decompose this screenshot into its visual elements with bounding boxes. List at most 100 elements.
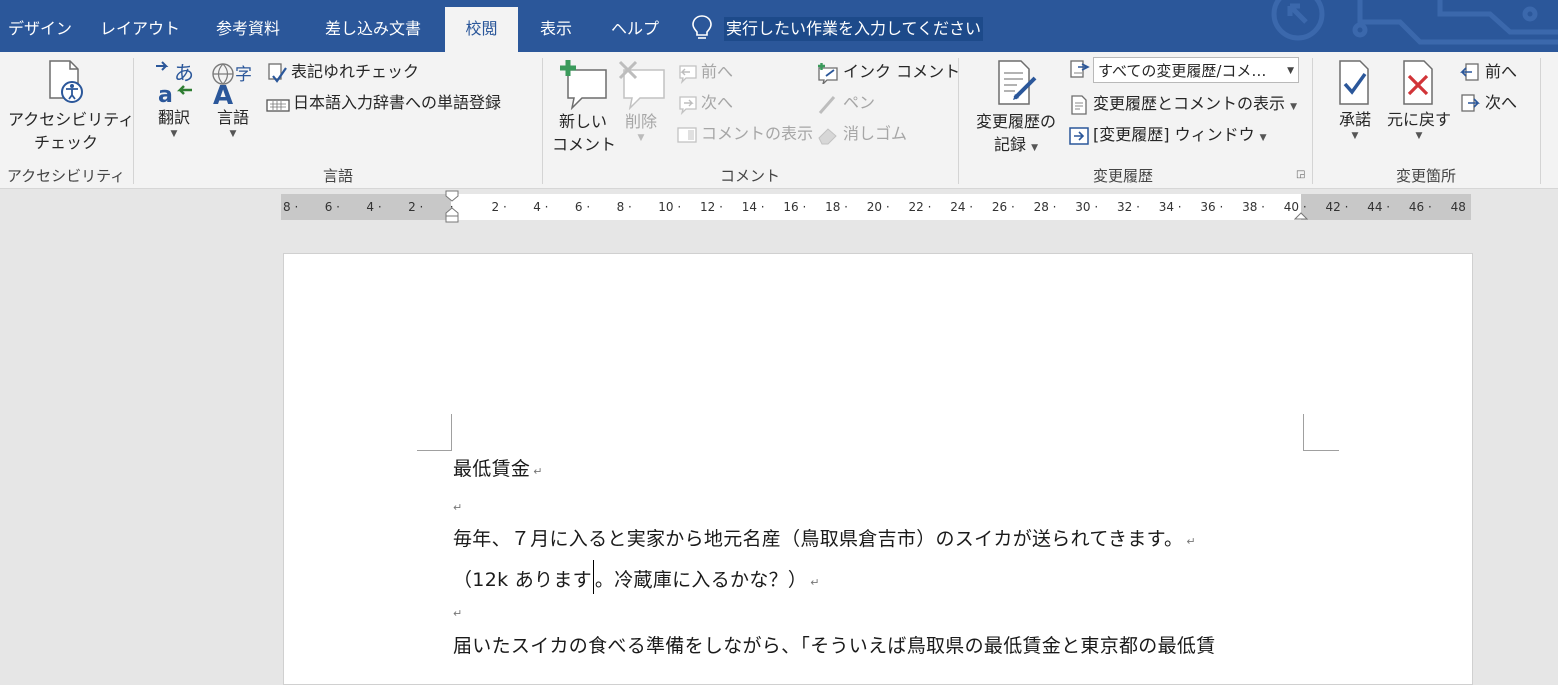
ruler-tick-label: 32 ·	[1117, 200, 1140, 214]
language-globe-icon: 字 A	[212, 63, 252, 106]
indent-marker-icon[interactable]	[445, 190, 459, 224]
paragraph-3: 届いたスイカの食べる準備をしながら、「そういえば鳥取県の最低賃金と東京都の最低賃	[453, 635, 1216, 657]
ruler-tick-label: 38 ·	[1242, 200, 1265, 214]
ruler-tick-label: 28 ·	[1033, 200, 1057, 214]
show-comments-button[interactable]: コメントの表示	[676, 120, 813, 148]
group-separator	[542, 58, 543, 184]
chevron-down-icon: ▼	[1259, 133, 1267, 143]
crop-mark	[451, 414, 452, 450]
group-label-language: 言語	[322, 167, 353, 185]
ruler-tick-label: 4 ·	[366, 200, 382, 214]
next-change-button[interactable]: 次へ	[1460, 89, 1517, 117]
delete-comment-button[interactable]: 削除 ▼	[614, 58, 668, 143]
ruler-tick-label: 6 ·	[324, 200, 340, 214]
ruler-tick-label: 44 ·	[1367, 200, 1391, 214]
eraser-icon	[818, 127, 837, 144]
show-markup-icon	[1071, 94, 1087, 115]
accept-button[interactable]: 承諾 ▼	[1326, 58, 1384, 141]
previous-change-button[interactable]: 前へ	[1460, 58, 1517, 86]
track-changes-icon	[998, 60, 1037, 105]
ruler-tick-label: 24 ·	[950, 200, 974, 214]
pen-button[interactable]: ペン	[816, 89, 875, 117]
reviewing-pane-icon	[1069, 126, 1089, 145]
ruler-tick-label: 12 ·	[700, 200, 723, 214]
display-for-review-icon	[1070, 60, 1090, 78]
group-separator	[1540, 58, 1541, 184]
dialog-launcher-icon[interactable]: ◲	[1296, 169, 1305, 180]
group-label-accessibility: アクセシビリティ	[6, 167, 126, 185]
ruler-tick-label: 18 ·	[825, 200, 848, 214]
chevron-down-icon: ▼	[1031, 143, 1039, 153]
reviewing-pane-button[interactable]: [変更履歴] ウィンドウ ▼	[1068, 121, 1267, 149]
horizontal-ruler[interactable]: 8 · 6 · 4 · 2 · · 2 · 4 · 6 · 8 · 10 · 1…	[281, 190, 1471, 223]
ruler-tick-label: 42 ·	[1325, 200, 1349, 214]
group-label-changes: 変更箇所	[1395, 167, 1456, 185]
ruler-tick-label: 10 ·	[658, 200, 682, 214]
ruler-tick-label: 20 ·	[866, 200, 890, 214]
tell-me-search-input[interactable]: 実行したい作業を入力してください	[724, 17, 984, 41]
next-comment-button[interactable]: 次へ	[676, 89, 733, 117]
crop-mark	[1303, 414, 1304, 450]
paragraph-1: 毎年、７月に入ると実家から地元名産（鳥取県倉吉市）のスイカが送られてきます。 ↵	[453, 528, 1196, 550]
tab-references[interactable]: 参考資料	[200, 7, 296, 52]
text-cursor	[592, 560, 594, 594]
ruler-tick-label: 16 ·	[783, 200, 807, 214]
new-comment-button[interactable]: 新しい コメント	[552, 58, 616, 156]
paragraph-mark: ↵	[533, 465, 543, 478]
check-accessibility-button[interactable]: アクセシビリティ チェック	[8, 58, 134, 154]
previous-change-icon	[1460, 62, 1479, 81]
right-indent-marker-icon[interactable]	[1294, 207, 1308, 221]
ruler-tick-label: 8 ·	[616, 200, 632, 214]
tab-layout[interactable]: レイアウト	[90, 7, 190, 52]
tab-help[interactable]: ヘルプ	[602, 7, 668, 52]
ruler-tick-label: 8 ·	[283, 200, 299, 214]
language-button[interactable]: 字 A 言語 ▼	[204, 60, 262, 139]
svg-text:a: a	[158, 83, 173, 106]
paragraph-mark: ↵	[453, 501, 463, 514]
track-changes-button[interactable]: 変更履歴の 記録 ▼	[968, 58, 1064, 156]
document-heading: 最低賃金 ↵	[453, 458, 543, 480]
lightbulb-icon[interactable]	[690, 14, 714, 42]
svg-text:字: 字	[235, 65, 252, 85]
ruler-tick-label: 22 ·	[908, 200, 932, 214]
consistency-check-button[interactable]: 表記ゆれチェック	[266, 58, 419, 86]
reject-button[interactable]: 元に戻す ▼	[1384, 58, 1454, 141]
document-page[interactable]: 最低賃金 ↵ ↵ 毎年、７月に入ると実家から地元名産（鳥取県倉吉市）のスイカが送ら…	[283, 253, 1473, 685]
tab-view[interactable]: 表示	[528, 7, 584, 52]
ruler-tick-label: 2 ·	[408, 200, 424, 214]
chevron-down-icon: ▼	[637, 133, 645, 143]
group-separator	[958, 58, 959, 184]
circuit-decoration	[1271, 0, 1558, 45]
crop-mark	[1303, 450, 1339, 451]
translate-button[interactable]: あ a 翻訳 ▼	[146, 60, 202, 139]
chevron-down-icon: ▼	[1290, 102, 1298, 112]
next-comment-icon	[679, 95, 697, 115]
ruler-tick-label: 26 ·	[991, 200, 1015, 214]
delete-comment-icon	[618, 60, 665, 110]
tab-mailings[interactable]: 差し込み文書	[310, 7, 436, 52]
eraser-button[interactable]: 消しゴム	[816, 120, 907, 148]
tab-review[interactable]: 校閲	[445, 7, 518, 52]
group-separator	[133, 58, 134, 184]
svg-text:A: A	[213, 81, 233, 106]
show-markup-button[interactable]: 変更履歴とコメントの表示 ▼	[1068, 90, 1297, 118]
ruler-tick-label: 30 ·	[1075, 200, 1099, 214]
ruler-tick-label: 6 ·	[574, 200, 591, 214]
new-comment-icon	[560, 60, 607, 110]
paragraph-mark: ↵	[810, 576, 820, 589]
empty-paragraph: ↵	[453, 494, 463, 516]
register-word-button[interactable]: 日本語入力辞書への単語登録	[266, 89, 501, 117]
previous-comment-button[interactable]: 前へ	[676, 58, 733, 86]
ink-comment-icon	[818, 62, 838, 86]
paragraph-2: （12k あります 。冷蔵庫に入るかな？） ↵	[453, 560, 820, 594]
group-separator	[1312, 58, 1313, 184]
chevron-down-icon: ▼	[1351, 131, 1359, 141]
display-for-review-select[interactable]: すべての変更履歴/コメ… ▼	[1093, 57, 1299, 83]
reject-icon	[1403, 60, 1433, 105]
ruler-tick-label: 34 ·	[1158, 200, 1182, 214]
ink-comment-button[interactable]: インク コメント	[816, 58, 960, 86]
paragraph-mark: ↵	[1186, 535, 1196, 548]
tab-design[interactable]: デザイン	[0, 7, 80, 52]
accept-icon	[1339, 60, 1369, 105]
ruler-tick-label: 14 ·	[741, 200, 765, 214]
